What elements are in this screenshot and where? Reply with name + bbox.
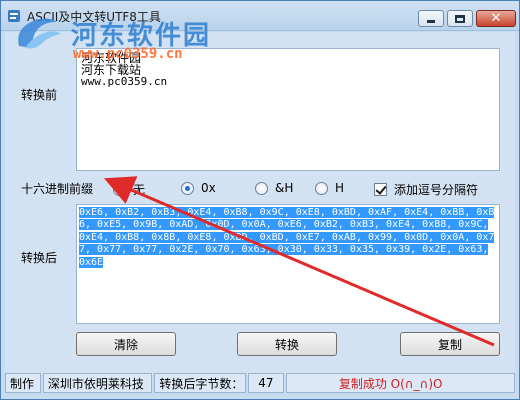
- prefix-option-none[interactable]: 无: [113, 181, 145, 198]
- close-icon: ✕: [490, 11, 502, 26]
- comma-label: 添加逗号分隔符: [394, 183, 479, 197]
- clear-button[interactable]: 清除: [76, 332, 176, 356]
- prefix-option-h[interactable]: H: [315, 181, 344, 195]
- input-line: www.pc0359.cn: [81, 75, 168, 88]
- radio-none[interactable]: [113, 183, 126, 196]
- comma-option[interactable]: 添加逗号分隔符: [374, 181, 478, 198]
- output-textarea[interactable]: 0xE6, 0xB2, 0xB3, 0xE4, 0xB8, 0x9C, 0xE8…: [76, 204, 500, 324]
- status-bytes: 47: [247, 373, 284, 393]
- prefix-option-label: &H: [275, 181, 294, 195]
- main-panel: 转换前 河东软件园 河东下载站 www.pc0359.cn 十六进制前缀 无 0…: [5, 32, 515, 374]
- output-label: 转换后: [21, 251, 58, 265]
- convert-button[interactable]: 转换: [237, 332, 337, 356]
- comma-checkbox[interactable]: [374, 183, 387, 196]
- maximize-icon: [455, 14, 465, 23]
- watermark-logo: [18, 18, 61, 49]
- radio-amp-h[interactable]: [255, 181, 268, 195]
- maximize-button[interactable]: [447, 10, 473, 27]
- input-textarea[interactable]: 河东软件园 河东下载站 www.pc0359.cn: [76, 48, 500, 171]
- status-bytes-label: 转换后字节数：: [154, 373, 246, 393]
- minimize-icon: [427, 20, 435, 23]
- prefix-option-label: 无: [133, 183, 146, 197]
- close-button[interactable]: ✕: [476, 10, 516, 27]
- input-label: 转换前: [21, 88, 58, 102]
- output-selected-text: 0xE6, 0xB2, 0xB3, 0xE4, 0xB8, 0x9C, 0xE8…: [79, 207, 495, 268]
- minimize-button[interactable]: [418, 10, 444, 27]
- status-author: 深圳市依明莱科技: [42, 373, 153, 393]
- status-message: 复制成功 O(∩_∩)O: [285, 373, 515, 393]
- status-author-label: 制作: [5, 373, 41, 393]
- radio-h[interactable]: [315, 181, 328, 195]
- prefix-option-label: 0x: [201, 181, 216, 195]
- status-bar: 制作 深圳市依明莱科技 转换后字节数： 47 复制成功 O(∩_∩)O: [5, 373, 515, 395]
- radio-0x[interactable]: [181, 181, 194, 195]
- prefix-option-label: H: [335, 181, 345, 195]
- prefix-label: 十六进制前缀: [21, 182, 94, 196]
- prefix-option-amp-h[interactable]: &H: [255, 181, 293, 195]
- prefix-option-0x[interactable]: 0x: [181, 181, 216, 195]
- app-window: ASCII及中文转UTF8工具 ✕ 转换前 河东软件园 河东下载站 www.pc…: [0, 0, 520, 400]
- copy-button[interactable]: 复制: [400, 332, 500, 356]
- watermark-url: www.pc0359.cn: [73, 46, 183, 62]
